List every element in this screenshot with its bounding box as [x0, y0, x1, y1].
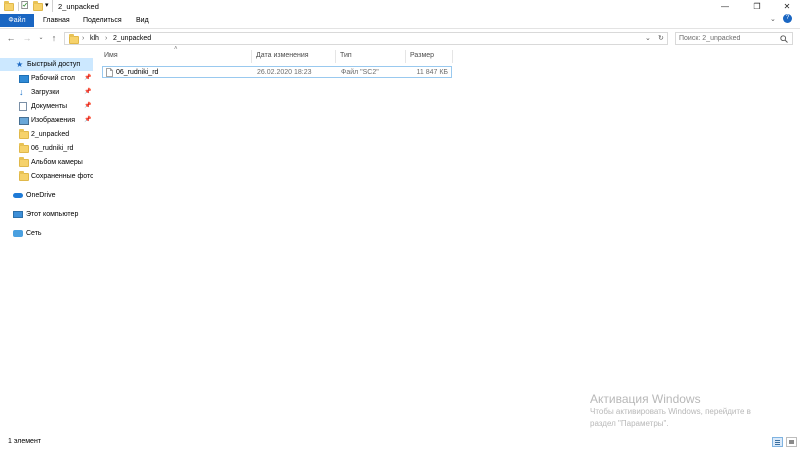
status-bar: 1 элемент — [0, 435, 800, 450]
sidebar-item-label: 2_unpacked — [31, 131, 70, 138]
sidebar-item-label: Рабочий стол — [31, 75, 75, 82]
search-icon[interactable] — [780, 35, 788, 43]
sidebar-item-downloads[interactable]: ↓ Загрузки 📌 — [0, 86, 93, 99]
address-bar[interactable]: › klh › 2_unpacked ⌄ ↻ — [64, 32, 668, 45]
sidebar-item-label: OneDrive — [26, 192, 56, 199]
file-list: ˄ Имя Дата изменения Тип Размер 06_rudni… — [96, 46, 800, 435]
sidebar-item-label: Сохраненные фото — [31, 173, 93, 180]
table-row[interactable]: 06_rudniki_rd 26.02.2020 18:23 Файл "SC2… — [102, 66, 452, 78]
close-button[interactable]: ✕ — [772, 0, 800, 13]
file-name: 06_rudniki_rd — [116, 69, 159, 76]
pin-icon[interactable]: 📌 — [84, 72, 91, 85]
computer-icon — [13, 211, 23, 218]
sidebar-item-2-unpacked[interactable]: 2_unpacked — [0, 128, 93, 141]
breadcrumb-separator: › — [105, 35, 108, 42]
sidebar-item-onedrive[interactable]: OneDrive — [0, 189, 93, 202]
star-icon: ★ — [16, 60, 24, 69]
sidebar-item-desktop[interactable]: Рабочий стол 📌 — [0, 72, 93, 85]
address-dropdown-icon[interactable]: ⌄ — [645, 34, 651, 44]
pin-icon[interactable]: 📌 — [84, 86, 91, 99]
expand-ribbon-icon[interactable]: ⌄ — [770, 15, 776, 23]
folder-icon — [19, 143, 29, 153]
ribbon-tabs: Файл Главная Поделиться Вид ⌄ ? — [0, 13, 800, 29]
column-divider[interactable] — [335, 50, 336, 63]
large-icons-view-button[interactable] — [786, 437, 797, 447]
folder-icon — [19, 129, 29, 139]
up-arrow-icon[interactable]: ↑ — [49, 32, 59, 44]
column-header-size[interactable]: Размер — [410, 52, 434, 59]
back-arrow-icon[interactable]: ← — [6, 32, 16, 44]
minimize-button[interactable]: — — [710, 0, 740, 13]
recent-locations-icon[interactable]: ⌄ — [36, 32, 46, 44]
sidebar-item-label: 06_rudniki_rd — [31, 145, 74, 152]
tab-home[interactable]: Главная — [37, 14, 76, 27]
breadcrumb-2-unpacked[interactable]: 2_unpacked — [113, 34, 151, 44]
desktop-icon — [19, 75, 29, 83]
new-folder-icon[interactable] — [33, 1, 43, 11]
window-title: 2_unpacked — [58, 2, 99, 11]
sidebar-item-saved-pictures[interactable]: Сохраненные фото — [0, 170, 93, 183]
refresh-icon[interactable]: ↻ — [658, 34, 664, 44]
sidebar-item-documents[interactable]: Документы 📌 — [0, 100, 93, 113]
folder-icon — [19, 157, 29, 167]
folder-icon — [19, 171, 29, 181]
toolbar-divider — [18, 2, 19, 11]
breadcrumb-separator: › — [82, 35, 85, 42]
file-size: 11 847 КБ — [416, 69, 448, 76]
column-header-date-modified[interactable]: Дата изменения — [256, 52, 309, 59]
search-box[interactable] — [675, 32, 793, 45]
sidebar-item-quick-access[interactable]: ★ Быстрый доступ — [0, 58, 93, 71]
sidebar-item-label: Загрузки — [31, 89, 60, 96]
file-date-modified: 26.02.2020 18:23 — [257, 69, 312, 76]
file-type: Файл "SC2" — [341, 69, 379, 76]
sort-ascending-icon: ˄ — [174, 46, 178, 52]
item-count: 1 элемент — [8, 438, 42, 445]
folder-icon — [69, 34, 79, 44]
help-icon[interactable]: ? — [783, 14, 792, 23]
column-header-type[interactable]: Тип — [340, 52, 352, 59]
navigation-pane: ★ Быстрый доступ Рабочий стол 📌 ↓ Загруз… — [0, 50, 95, 435]
column-header-name[interactable]: Имя — [104, 52, 118, 59]
documents-icon — [19, 102, 27, 111]
onedrive-icon — [13, 193, 23, 198]
sidebar-item-label: Сеть — [26, 230, 42, 237]
pin-icon[interactable]: 📌 — [84, 114, 91, 127]
sidebar-item-label: Альбом камеры — [31, 159, 83, 166]
file-icon — [106, 68, 113, 77]
sidebar-item-label: Изображения — [31, 117, 75, 124]
search-input[interactable] — [679, 34, 777, 43]
pin-icon[interactable]: 📌 — [84, 100, 91, 113]
column-divider[interactable] — [251, 50, 252, 63]
tab-view[interactable]: Вид — [130, 14, 155, 27]
tab-share[interactable]: Поделиться — [77, 14, 128, 27]
details-view-button[interactable] — [772, 437, 783, 447]
quick-access-dropdown-icon[interactable]: ▾ — [45, 1, 49, 9]
forward-arrow-icon[interactable]: → — [22, 32, 32, 44]
breadcrumb-klh[interactable]: klh — [90, 34, 99, 44]
folder-icon — [4, 1, 14, 11]
sidebar-item-camera-roll[interactable]: Альбом камеры — [0, 156, 93, 169]
column-divider[interactable] — [405, 50, 406, 63]
activation-watermark-title: Активация Windows — [590, 392, 701, 406]
network-icon — [13, 230, 23, 237]
activation-watermark-line: раздел "Параметры". — [590, 419, 669, 428]
tab-file[interactable]: Файл — [0, 14, 34, 27]
sidebar-item-label: Документы — [31, 103, 68, 110]
column-divider[interactable] — [452, 50, 453, 63]
title-divider — [52, 0, 53, 12]
pictures-icon — [19, 117, 29, 125]
maximize-button[interactable]: ❐ — [742, 0, 772, 13]
title-bar: ▾ 2_unpacked — ❐ ✕ — [0, 0, 800, 13]
sidebar-item-label: Быстрый доступ — [27, 61, 81, 68]
sidebar-item-this-pc[interactable]: Этот компьютер — [0, 208, 93, 221]
sidebar-item-06-rudniki-rd[interactable]: 06_rudniki_rd — [0, 142, 93, 155]
download-icon: ↓ — [19, 87, 24, 97]
properties-icon[interactable] — [21, 1, 29, 9]
sidebar-item-label: Этот компьютер — [26, 211, 79, 218]
sidebar-item-network[interactable]: Сеть — [0, 227, 93, 240]
activation-watermark-line: Чтобы активировать Windows, перейдите в — [590, 407, 751, 416]
sidebar-item-pictures[interactable]: Изображения 📌 — [0, 114, 93, 127]
